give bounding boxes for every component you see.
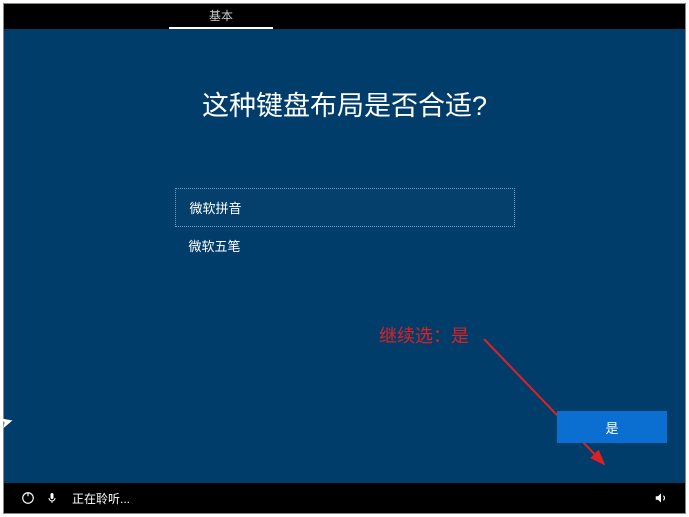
content-area: 这种键盘布局是否合适? 微软拼音 微软五笔 继续选：是 是 xyxy=(4,29,685,483)
taskbar: 正在聆听... xyxy=(4,483,685,513)
listening-status: 正在聆听... xyxy=(72,490,130,507)
annotation-arrow xyxy=(464,329,624,489)
power-icon[interactable] xyxy=(16,491,40,505)
oobe-window: 基本 这种键盘布局是否合适? 微软拼音 微软五笔 继续选：是 是 xyxy=(3,3,686,514)
top-bar: 基本 xyxy=(4,4,685,29)
page-title: 这种键盘布局是否合适? xyxy=(4,29,685,123)
yes-button[interactable]: 是 xyxy=(557,411,667,443)
volume-icon[interactable] xyxy=(649,491,673,505)
tab-basic[interactable]: 基本 xyxy=(169,4,273,29)
microphone-icon[interactable] xyxy=(40,491,64,505)
option-microsoft-wubi[interactable]: 微软五笔 xyxy=(175,227,515,264)
option-microsoft-pinyin[interactable]: 微软拼音 xyxy=(175,188,515,227)
keyboard-options: 微软拼音 微软五笔 xyxy=(175,188,515,264)
annotation-text: 继续选：是 xyxy=(379,322,469,348)
